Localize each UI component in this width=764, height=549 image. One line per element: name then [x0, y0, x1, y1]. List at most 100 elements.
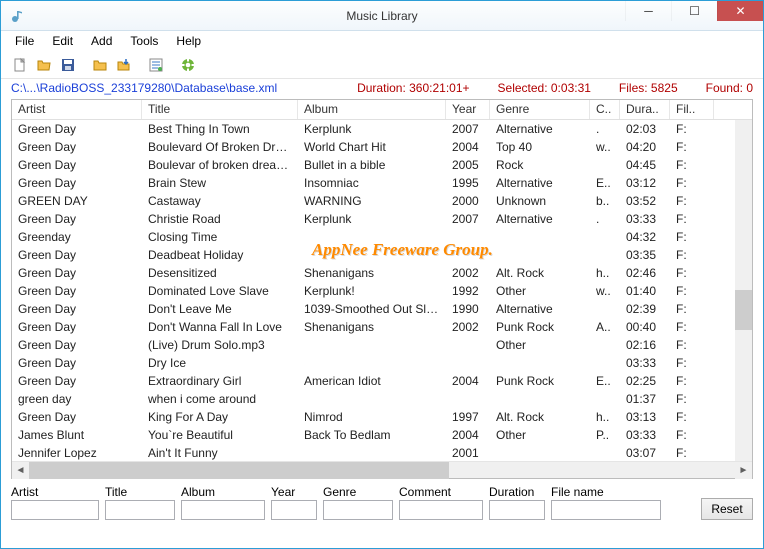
cell: Nimrod: [298, 410, 446, 424]
grid-body[interactable]: Green DayBest Thing In TownKerplunk2007A…: [12, 120, 752, 461]
col-duration[interactable]: Dura..: [620, 100, 670, 119]
cell: Best Thing In Town: [142, 122, 298, 136]
cell: 2004: [446, 428, 490, 442]
horizontal-scrollbar[interactable]: ◄►: [12, 461, 752, 478]
table-row[interactable]: Green Day(Live) Drum Solo.mp3Other02:16F…: [12, 336, 752, 354]
cell: Insomniac: [298, 176, 446, 190]
cell: F:: [670, 266, 714, 280]
filter-year-input[interactable]: [271, 500, 317, 520]
table-row[interactable]: Green DayBest Thing In TownKerplunk2007A…: [12, 120, 752, 138]
filter-file-label: File name: [551, 485, 661, 499]
table-row[interactable]: Green DayChristie RoadKerplunk2007Altern…: [12, 210, 752, 228]
table-row[interactable]: Green DayKing For A DayNimrod1997Alt. Ro…: [12, 408, 752, 426]
cell: Shenanigans: [298, 266, 446, 280]
table-row[interactable]: Green DayBoulevar of broken dreams_liveB…: [12, 156, 752, 174]
col-artist[interactable]: Artist: [12, 100, 142, 119]
col-comment[interactable]: C..: [590, 100, 620, 119]
filter-comment-input[interactable]: [399, 500, 483, 520]
filter-genre-input[interactable]: [323, 500, 393, 520]
close-button[interactable]: ✕: [717, 1, 763, 21]
table-row[interactable]: Green DayDon't Leave Me1039-Smoothed Out…: [12, 300, 752, 318]
cell: h..: [590, 266, 620, 280]
filter-comment-label: Comment: [399, 485, 483, 499]
menu-add[interactable]: Add: [83, 32, 120, 50]
properties-icon[interactable]: [145, 54, 167, 76]
cell: King For A Day: [142, 410, 298, 424]
save-icon[interactable]: [57, 54, 79, 76]
table-row[interactable]: GREEN DAYCastawayWARNING2000Unknownb..03…: [12, 192, 752, 210]
cell: Ain't It Funny: [142, 446, 298, 460]
table-row[interactable]: green daywhen i come around01:37F:: [12, 390, 752, 408]
cell: 02:25: [620, 374, 670, 388]
cell: 02:46: [620, 266, 670, 280]
cell: Castaway: [142, 194, 298, 208]
filter-duration-input[interactable]: [489, 500, 545, 520]
menubar: File Edit Add Tools Help: [1, 31, 763, 51]
cell: 01:40: [620, 284, 670, 298]
cell: Green Day: [12, 410, 142, 424]
filter-file-input[interactable]: [551, 500, 661, 520]
reset-button[interactable]: Reset: [701, 498, 753, 520]
cell: F:: [670, 212, 714, 226]
cell: Deadbeat Holiday: [142, 248, 298, 262]
table-row[interactable]: James BluntYou`re BeautifulBack To Bedla…: [12, 426, 752, 444]
table-row[interactable]: Green DayExtraordinary GirlAmerican Idio…: [12, 372, 752, 390]
table-row[interactable]: GreendayClosing Time04:32F:: [12, 228, 752, 246]
table-row[interactable]: Green DayBoulevard Of Broken DreamsWorld…: [12, 138, 752, 156]
table-row[interactable]: Green DayDon't Wanna Fall In LoveShenani…: [12, 318, 752, 336]
cell: 2000: [446, 194, 490, 208]
cell: 2007: [446, 212, 490, 226]
cell: Green Day: [12, 158, 142, 172]
import-icon[interactable]: [113, 54, 135, 76]
cell: F:: [670, 356, 714, 370]
filter-album-label: Album: [181, 485, 265, 499]
cell: Punk Rock: [490, 320, 590, 334]
cell: Bullet in a bible: [298, 158, 446, 172]
filter-album-input[interactable]: [181, 500, 265, 520]
minimize-button[interactable]: ─: [625, 1, 671, 21]
filter-artist-label: Artist: [11, 485, 99, 499]
filter-title-input[interactable]: [105, 500, 175, 520]
col-album[interactable]: Album: [298, 100, 446, 119]
table-row[interactable]: Green DayDry Ice03:33F:: [12, 354, 752, 372]
menu-file[interactable]: File: [7, 32, 42, 50]
new-file-icon[interactable]: [9, 54, 31, 76]
col-genre[interactable]: Genre: [490, 100, 590, 119]
table-row[interactable]: Green DayDesensitizedShenanigans2002Alt.…: [12, 264, 752, 282]
help-icon[interactable]: [177, 54, 199, 76]
titlebar: Music Library ─ ☐ ✕: [1, 1, 763, 31]
table-row[interactable]: Green DayDeadbeat Holiday03:35F:: [12, 246, 752, 264]
database-path-link[interactable]: C:\...\RadioBOSS_233179280\Database\base…: [11, 81, 277, 95]
cell: Jennifer Lopez: [12, 446, 142, 460]
folder-icon[interactable]: [89, 54, 111, 76]
menu-edit[interactable]: Edit: [44, 32, 81, 50]
cell: 03:33: [620, 428, 670, 442]
cell: F:: [670, 320, 714, 334]
filter-genre-label: Genre: [323, 485, 393, 499]
cell: 04:32: [620, 230, 670, 244]
cell: Kerplunk: [298, 212, 446, 226]
col-file[interactable]: Fil..: [670, 100, 714, 119]
cell: Back To Bedlam: [298, 428, 446, 442]
maximize-button[interactable]: ☐: [671, 1, 717, 21]
toolbar: [1, 51, 763, 79]
cell: F:: [670, 248, 714, 262]
cell: E..: [590, 374, 620, 388]
filter-artist-input[interactable]: [11, 500, 99, 520]
col-title[interactable]: Title: [142, 100, 298, 119]
col-year[interactable]: Year: [446, 100, 490, 119]
cell: James Blunt: [12, 428, 142, 442]
menu-tools[interactable]: Tools: [122, 32, 166, 50]
cell: F:: [670, 338, 714, 352]
cell: Alternative: [490, 212, 590, 226]
menu-help[interactable]: Help: [168, 32, 209, 50]
table-row[interactable]: Green DayDominated Love SlaveKerplunk!19…: [12, 282, 752, 300]
open-folder-icon[interactable]: [33, 54, 55, 76]
cell: 03:07: [620, 446, 670, 460]
table-row[interactable]: Green DayBrain StewInsomniac1995Alternat…: [12, 174, 752, 192]
cell: American Idiot: [298, 374, 446, 388]
vertical-scrollbar[interactable]: [735, 120, 752, 461]
cell: .: [590, 212, 620, 226]
table-row[interactable]: Jennifer LopezAin't It Funny200103:07F:: [12, 444, 752, 461]
cell: Unknown: [490, 194, 590, 208]
